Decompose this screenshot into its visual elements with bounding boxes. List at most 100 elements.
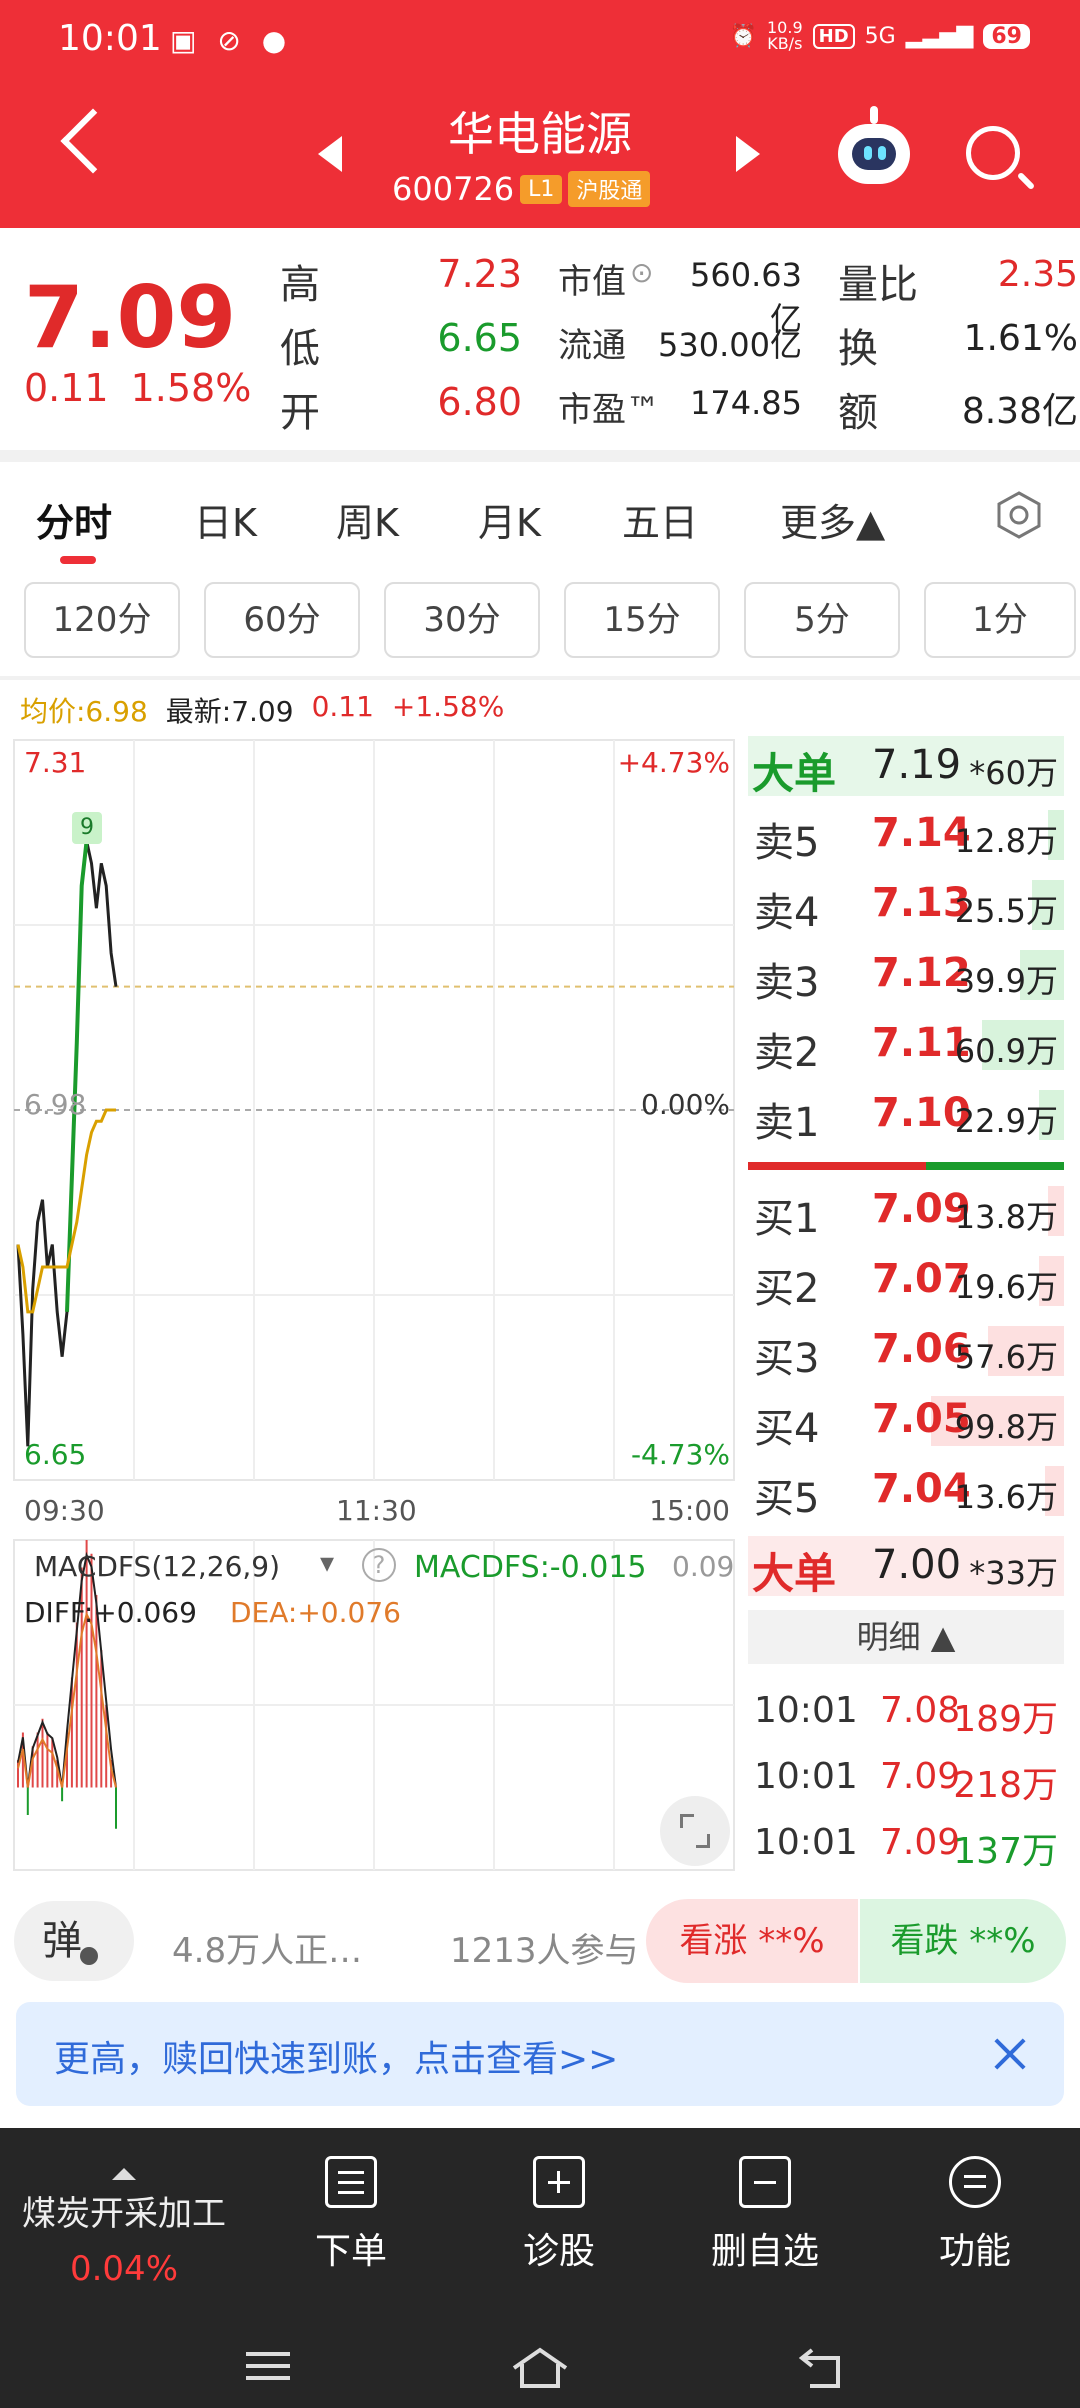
tab-daily-k[interactable]: 日K [194, 492, 257, 547]
bid-row-5[interactable]: 买5 7.04 13.6万 [748, 1456, 1064, 1524]
nav-order[interactable]: 下单 [276, 2148, 426, 2274]
speed-unit: KB/s [767, 34, 803, 53]
interval-60m[interactable]: 60分 [204, 582, 360, 658]
vote-bull-button[interactable]: 看涨 **% [646, 1899, 858, 1983]
top-pct-label: +4.73% [617, 746, 730, 779]
ask-row-1[interactable]: 卖1 7.10 22.9万 [748, 1080, 1064, 1148]
next-stock-icon[interactable] [736, 136, 760, 172]
order-doc-icon [325, 2156, 377, 2208]
sector-indicator[interactable]: 煤炭开采加工 0.04% [14, 2168, 234, 2289]
sector-name: 煤炭开采加工 [22, 2194, 226, 2234]
price-change: 0.11 1.58% [24, 366, 251, 410]
promo-banner[interactable]: 更高，赎回快速到账，点击查看>> [16, 2002, 1064, 2106]
robot-antenna [870, 106, 878, 124]
minus-line [754, 2181, 776, 2184]
fullscreen-corner-br [696, 1834, 710, 1848]
system-home-icon[interactable] [510, 2346, 570, 2390]
back-arrow-icon[interactable] [60, 108, 126, 174]
trade-time: 10:01 [754, 1822, 858, 1863]
interval-15m[interactable]: 15分 [564, 582, 720, 658]
robot-eye-left [864, 146, 872, 160]
timeshare-chart[interactable]: 7.31 6.98 6.65 +4.73% 0.00% -4.73% 09:30… [0, 730, 748, 1880]
interval-30m[interactable]: 30分 [384, 582, 540, 658]
ask-vol-4: 25.5万 [954, 892, 1058, 930]
dea-value: DEA:+0.076 [230, 1596, 401, 1629]
change-value: 0.11 [24, 366, 109, 410]
prev-stock-icon[interactable] [318, 136, 342, 172]
fullscreen-button[interactable] [660, 1796, 730, 1866]
big-sell-row[interactable]: 大单 7.19 *60万 [748, 736, 1064, 798]
stock-code-row: 600726 L1 沪股通 [392, 170, 651, 208]
interval-buttons: 120分 60分 30分 15分 5分 1分 [0, 582, 1080, 662]
system-menu-icon[interactable] [244, 2346, 294, 2386]
macd-axis-label: 0.09 [672, 1550, 735, 1583]
price-line-rising [65, 840, 89, 1312]
time-mid-label: 11:30 [336, 1494, 417, 1527]
danmu-toggle-button[interactable]: 弹 [14, 1901, 134, 1981]
tab-timeshare[interactable]: 分时 [36, 492, 112, 547]
tab-more[interactable]: 更多▲ [780, 492, 885, 547]
macd-title[interactable]: MACDFS(12,26,9) [34, 1550, 280, 1583]
trade-price: 7.09 [880, 1756, 961, 1797]
interval-120m[interactable]: 120分 [24, 582, 180, 658]
mid-pct-label: 0.00% [641, 1088, 730, 1121]
trade-vol: 137万 [953, 1831, 1058, 1872]
status-bar: 10:01 ▣ ⊘ ● ⏰ 10.9 KB/s HD 5G ▂▃▅▇ 69 [0, 0, 1080, 80]
danmu-bar: 弹 4.8万人正… 1213人参与 看涨 **% 看跌 **% [0, 1895, 1080, 1995]
macd-dropdown-icon[interactable]: ▾ [320, 1546, 334, 1579]
menu-lines [964, 2175, 986, 2178]
robot-eye-right [878, 146, 886, 160]
sector-pct: 0.04% [69, 2249, 178, 2289]
interval-1m[interactable]: 1分 [924, 582, 1076, 658]
vote-bear-button[interactable]: 看跌 **% [860, 1899, 1066, 1983]
chart-info-line: 均价:6.98 最新:7.09 0.11 +1.58% [20, 690, 504, 730]
big-buy-row[interactable]: 大单 7.00 *33万 [748, 1536, 1064, 1598]
status-right: ⏰ 10.9 KB/s HD 5G ▂▃▅▇ 69 [730, 20, 1030, 52]
chart-tabs: 分时 日K 周K 月K 五日 更多▲ [0, 462, 1080, 572]
participants-text: 1213人参与 [450, 1931, 639, 1971]
assistant-robot-icon[interactable] [838, 106, 910, 184]
latest-change-text: 0.11 [311, 690, 374, 723]
help-icon[interactable]: ? [362, 1548, 396, 1582]
nav-order-label: 下单 [314, 2231, 387, 2272]
alarm-icon: ⏰ [729, 23, 757, 49]
bid-row-1[interactable]: 买1 7.09 13.8万 [748, 1176, 1064, 1244]
info-circle-icon[interactable]: ⊙ [630, 256, 653, 289]
close-icon[interactable] [992, 2036, 1028, 2072]
crowd-text[interactable]: 4.8万人正… [172, 1923, 362, 1972]
chart-svg [13, 739, 735, 1871]
stock-name: 华电能源 [448, 107, 632, 161]
ask-label-5: 卖5 [754, 820, 820, 866]
caret-up-icon [112, 2168, 136, 2180]
hd-badge: HD [812, 23, 855, 49]
bid-vol-1: 13.8万 [954, 1198, 1058, 1236]
nav-diagnose[interactable]: 诊股 [484, 2148, 634, 2274]
ask-row-2[interactable]: 卖2 7.11 60.9万 [748, 1010, 1064, 1078]
battery-icon: 69 [983, 23, 1030, 49]
open-label: 开 [280, 390, 320, 436]
tab-weekly-k[interactable]: 周K [336, 492, 399, 547]
diagnose-kit-icon [533, 2156, 585, 2208]
tab-five-day[interactable]: 五日 [622, 492, 698, 547]
float-label: 流通 [558, 326, 626, 366]
system-back-icon[interactable] [798, 2346, 850, 2390]
ask-row-4[interactable]: 卖4 7.13 25.5万 [748, 870, 1064, 938]
ask-row-3[interactable]: 卖3 7.12 39.9万 [748, 940, 1064, 1008]
ask-row-5[interactable]: 卖5 7.14 12.8万 [748, 800, 1064, 868]
low-pct-label: -4.73% [630, 1438, 730, 1471]
tab-monthly-k[interactable]: 月K [478, 492, 541, 547]
bid-row-4[interactable]: 买4 7.05 99.8万 [748, 1386, 1064, 1454]
nav-remove-watch[interactable]: 删自选 [690, 2148, 840, 2274]
nav-functions[interactable]: 功能 [900, 2148, 1050, 2274]
bid-row-3[interactable]: 买3 7.06 57.6万 [748, 1316, 1064, 1384]
interval-5m[interactable]: 5分 [744, 582, 900, 658]
buy-sell-ratio-green [926, 1162, 1064, 1170]
bid-row-2[interactable]: 买2 7.07 19.6万 [748, 1246, 1064, 1314]
ask-vol-1: 22.9万 [954, 1102, 1058, 1140]
search-icon[interactable] [966, 126, 1020, 180]
low-label: 低 [280, 326, 320, 372]
promo-text[interactable]: 更高，赎回快速到账，点击查看>> [54, 2030, 618, 2082]
open-value: 6.80 [437, 380, 522, 424]
settings-hex-icon[interactable] [994, 490, 1044, 540]
detail-toggle[interactable]: 明细 ▲ [748, 1610, 1064, 1664]
